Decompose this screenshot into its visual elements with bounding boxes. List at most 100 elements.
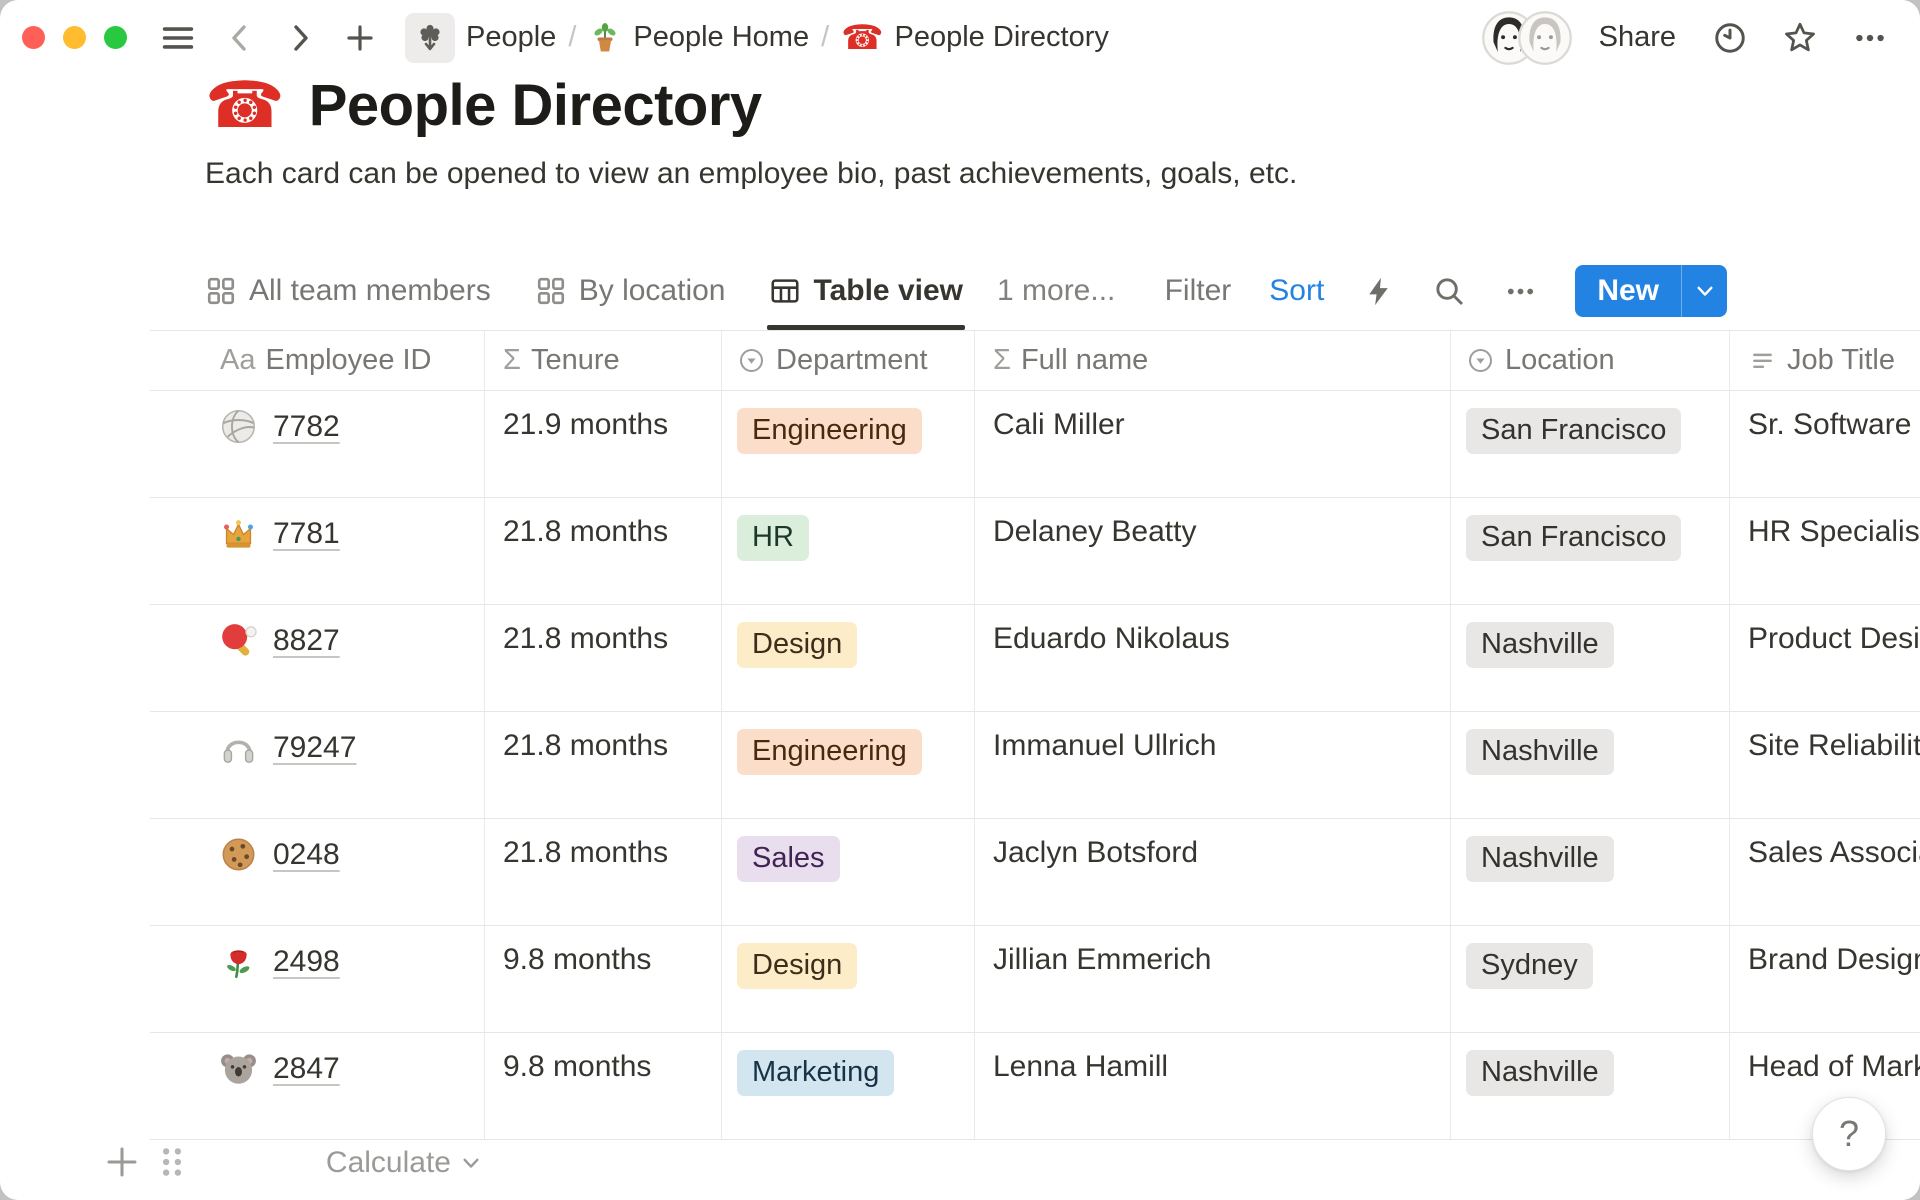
department-cell[interactable]: Engineering [722,712,975,818]
employee-id-cell[interactable]: 7782 [150,391,485,497]
employee-id-link[interactable]: 0248 [273,838,340,872]
filter-button[interactable]: Filter [1165,274,1232,308]
tenure-cell[interactable]: 21.8 months [485,605,722,711]
job-title-cell[interactable]: Sales Associa [1730,819,1920,925]
employee-id-link[interactable]: 7781 [273,517,340,551]
breadcrumb-label: People Home [633,21,809,54]
location-cell[interactable]: San Francisco [1451,391,1730,497]
department-cell[interactable]: Sales [722,819,975,925]
tenure-cell[interactable]: 21.8 months [485,819,722,925]
updates-clock-icon[interactable] [1712,20,1748,56]
employee-id: 0248 [220,836,484,873]
employee-id-cell[interactable]: 0248 [150,819,485,925]
job-title-cell[interactable]: HR Specialist [1730,498,1920,604]
department-cell[interactable]: Engineering [722,391,975,497]
department-cell[interactable]: Marketing [722,1033,975,1139]
column-label: Tenure [531,344,620,377]
full-name-cell[interactable]: Cali Miller [975,391,1451,497]
job-title-value: Head of Mark [1748,1050,1920,1083]
job-title-cell[interactable]: Sr. Software E [1730,391,1920,497]
location-cell[interactable]: Nashville [1451,819,1730,925]
full-name-cell[interactable]: Jillian Emmerich [975,926,1451,1032]
tenure-cell[interactable]: 21.9 months [485,391,722,497]
employee-id-link[interactable]: 79247 [273,731,356,765]
job-title-cell[interactable]: Product Desig [1730,605,1920,711]
page-title: People Directory [309,72,762,139]
new-button[interactable]: New [1575,265,1681,317]
location-cell[interactable]: Nashville [1451,605,1730,711]
department-cell[interactable]: Design [722,926,975,1032]
new-page-icon[interactable] [343,21,377,55]
full-name-cell[interactable]: Jaclyn Botsford [975,819,1451,925]
full-name-cell[interactable]: Immanuel Ullrich [975,712,1451,818]
column-header-full-name[interactable]: ΣFull name [975,331,1451,390]
help-button[interactable]: ? [1812,1097,1886,1171]
tenure-cell[interactable]: 21.8 months [485,498,722,604]
cookie-icon [220,836,257,873]
more-options-icon[interactable] [1852,20,1888,56]
employee-id-link[interactable]: 7782 [273,410,340,444]
column-header-tenure[interactable]: ΣTenure [485,331,722,390]
employee-id-link[interactable]: 8827 [273,624,340,658]
column-header-employee-id[interactable]: AaEmployee ID [150,331,485,390]
tenure-cell[interactable]: 21.8 months [485,712,722,818]
table-header-row: AaEmployee IDΣTenureDepartmentΣFull name… [150,331,1920,391]
headphones-icon [220,729,257,766]
breadcrumb-item[interactable]: ☎People Directory [833,17,1117,59]
view-options-icon[interactable] [1504,275,1537,308]
view-tab-table-view[interactable]: Table view [769,252,963,330]
employee-id-link[interactable]: 2847 [273,1052,340,1086]
employee-id-cell[interactable]: 8827 [150,605,485,711]
view-tab-by-location[interactable]: By location [535,252,726,330]
view-toolbar: All team members By location Table view 1 … [205,252,1727,330]
column-header-location[interactable]: Location [1451,331,1730,390]
department-cell[interactable]: HR [722,498,975,604]
calculate-control[interactable]: Calculate [150,1146,485,1180]
location-tag: Nashville [1466,836,1614,882]
sidebar-menu-icon[interactable] [159,19,197,57]
gallery-view-icon [205,275,237,307]
column-header-department[interactable]: Department [722,331,975,390]
rose-icon [220,943,257,980]
location-cell[interactable]: San Francisco [1451,498,1730,604]
sort-button[interactable]: Sort [1269,274,1324,308]
full-name-cell[interactable]: Lenna Hamill [975,1033,1451,1139]
more-views-button[interactable]: 1 more... [997,274,1115,308]
tenure-cell[interactable]: 9.8 months [485,1033,722,1139]
add-row-icon[interactable] [102,1142,142,1182]
job-title-value: Sr. Software E [1748,408,1920,441]
view-tab-all-team-members[interactable]: All team members [205,252,491,330]
job-title-cell[interactable]: Site Reliability [1730,712,1920,818]
employee-id-cell[interactable]: 2847 [150,1033,485,1139]
employee-id-cell[interactable]: 7781 [150,498,485,604]
full-name-value: Lenna Hamill [993,1050,1168,1083]
back-icon[interactable] [223,21,257,55]
location-cell[interactable]: Nashville [1451,712,1730,818]
minimize-window-button[interactable] [63,26,86,49]
employee-id-link[interactable]: 2498 [273,945,340,979]
column-header-job-title[interactable]: Job Title [1730,331,1920,390]
full-name-cell[interactable]: Delaney Beatty [975,498,1451,604]
automations-bolt-icon[interactable] [1362,275,1395,308]
search-icon[interactable] [1433,275,1466,308]
department-cell[interactable]: Design [722,605,975,711]
department-tag: Design [737,943,857,989]
close-window-button[interactable] [22,26,45,49]
share-button[interactable]: Share [1599,21,1676,54]
zoom-window-button[interactable] [104,26,127,49]
employee-id-cell[interactable]: 2498 [150,926,485,1032]
table-row: 2847 9.8 monthsMarketing Lenna Hamill Nashv… [150,1033,1920,1140]
location-cell[interactable]: Sydney [1451,926,1730,1032]
page-icon-telephone[interactable]: ☎ [205,74,285,138]
full-name-cell[interactable]: Eduardo Nikolaus [975,605,1451,711]
breadcrumb-item[interactable]: People Home [580,17,817,59]
favorite-star-icon[interactable] [1782,20,1818,56]
new-button-dropdown[interactable] [1681,265,1727,317]
forward-icon[interactable] [283,21,317,55]
tenure-cell[interactable]: 9.8 months [485,926,722,1032]
location-cell[interactable]: Nashville [1451,1033,1730,1139]
employee-id-cell[interactable]: 79247 [150,712,485,818]
breadcrumb-item[interactable]: People [397,9,564,67]
job-title-cell[interactable]: Brand Design [1730,926,1920,1032]
collaborator-avatars[interactable] [1481,10,1573,66]
